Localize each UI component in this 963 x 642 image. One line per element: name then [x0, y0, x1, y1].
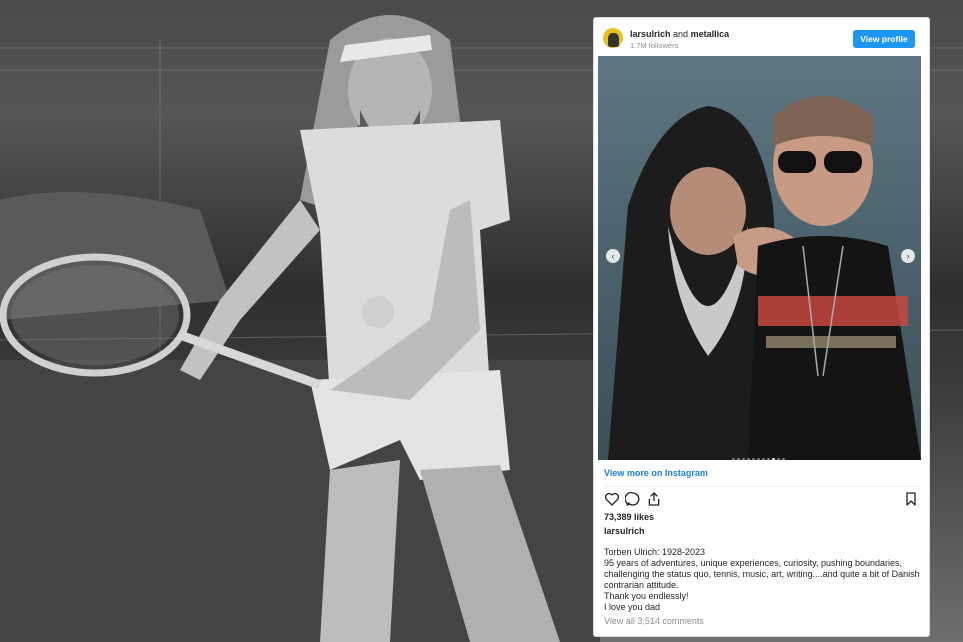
heart-icon[interactable] — [604, 491, 620, 507]
carousel-dot — [752, 458, 755, 460]
bookmark-icon[interactable] — [903, 491, 919, 507]
avatar[interactable] — [603, 28, 623, 48]
followers-count: 1.7M followers — [630, 41, 679, 50]
embed-header: larsulrich and metallica 1.7M followers … — [594, 18, 929, 56]
account-name[interactable]: larsulrich — [630, 29, 671, 39]
carousel-dot — [762, 458, 765, 460]
carousel-dot — [782, 458, 785, 460]
caption-username[interactable]: larsulrich — [604, 526, 645, 536]
carousel-dot — [767, 458, 770, 460]
view-more-link[interactable]: View more on Instagram — [604, 468, 708, 478]
instagram-embed: larsulrich and metallica 1.7M followers … — [593, 17, 930, 637]
portrait-photo: RIOT — [608, 96, 921, 460]
divider — [604, 486, 919, 487]
carousel-dot-active — [772, 458, 775, 460]
post-image[interactable]: RIOT ‹ › — [598, 56, 921, 460]
carousel-dot — [732, 458, 735, 460]
carousel-dot — [777, 458, 780, 460]
likes-count[interactable]: 73,389 likes — [604, 512, 654, 522]
caption: Torben Ulrich: 1928-2023 95 years of adv… — [604, 547, 922, 613]
collaborator-name[interactable]: metallica — [691, 29, 730, 39]
carousel-dots — [732, 448, 787, 460]
caption-line: Thank you endlessly! — [604, 591, 689, 601]
view-profile-button[interactable]: View profile — [853, 30, 915, 48]
caption-line: I love you dad — [604, 602, 661, 612]
account-line: larsulrich and metallica — [630, 29, 729, 39]
view-comments-link[interactable]: View all 3,514 comments — [604, 616, 704, 626]
chevron-left-icon[interactable]: ‹ — [606, 249, 620, 263]
caption-line: Torben Ulrich: 1928-2023 — [604, 547, 706, 557]
carousel-dot — [747, 458, 750, 460]
carousel-dot — [742, 458, 745, 460]
share-icon[interactable] — [646, 491, 662, 507]
chevron-right-icon[interactable]: › — [901, 249, 915, 263]
carousel-dot — [757, 458, 760, 460]
account-joiner: and — [670, 29, 691, 39]
caption-line: 95 years of adventures, unique experienc… — [604, 558, 920, 590]
comment-icon[interactable] — [625, 491, 641, 507]
carousel-dot — [737, 458, 740, 460]
action-bar — [604, 491, 919, 509]
